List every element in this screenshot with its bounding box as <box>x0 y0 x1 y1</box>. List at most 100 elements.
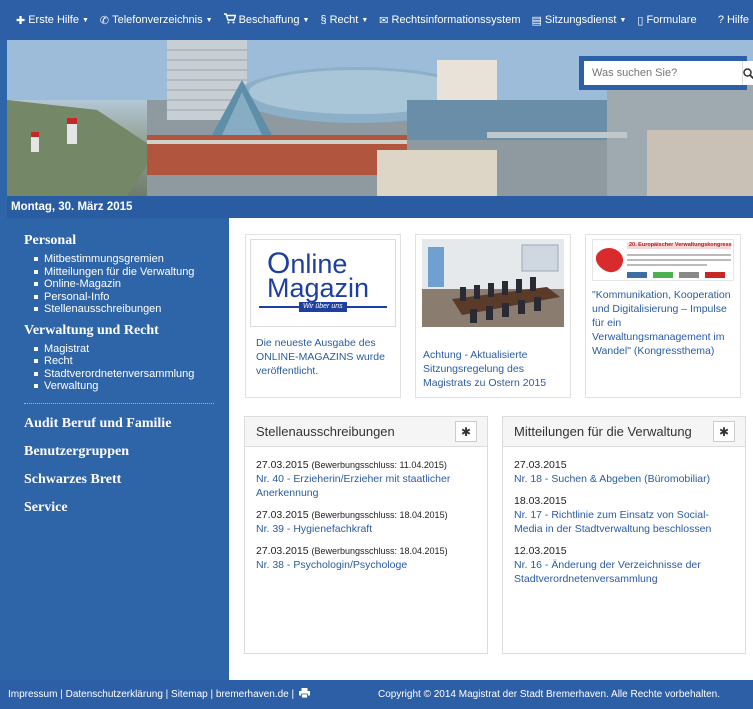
nav-formulare[interactable]: ▯ Formulare <box>637 14 696 27</box>
teaser-text[interactable]: Die neueste Ausgabe des ONLINE-MAGAZINS … <box>256 336 394 378</box>
date-bar: Montag, 30. März 2015 <box>7 196 753 218</box>
nav-label: Rechtsinformationssystem <box>391 14 521 26</box>
sidebar-divider <box>24 402 214 404</box>
conference-room-photo <box>422 239 564 327</box>
entry-link[interactable]: Nr. 16 - Änderung der Verzeichnisse der … <box>514 558 735 586</box>
panel-mitteilungen: Mitteilungen für die Verwaltung ✱ 27.03.… <box>502 416 746 654</box>
nav-recht[interactable]: § Recht ▼ <box>320 14 368 26</box>
panel-body: 27.03.2015 Nr. 18 - Suchen & Abgeben (Bü… <box>503 447 745 586</box>
sidebar-heading-verwaltung[interactable]: Verwaltung und Recht <box>24 323 229 339</box>
list-item: 27.03.2015 (Bewerbungsschluss: 11.04.201… <box>256 459 477 500</box>
teaser-text[interactable]: Achtung - Aktualisierte Sitzungsregelung… <box>423 348 564 390</box>
sidebar-list-verwaltung: Magistrat Recht Stadtverordnetenversamml… <box>34 343 229 393</box>
nav-label: ? Hilfe <box>717 14 749 26</box>
main-content: Online Magazin Wir über uns Die neueste … <box>229 218 753 680</box>
search-button[interactable] <box>742 61 753 85</box>
sidebar-heading-personal[interactable]: Personal <box>24 233 229 249</box>
entry-date: 18.03.2015 <box>514 495 567 507</box>
entry-date: 27.03.2015 <box>256 509 309 521</box>
sidebar-link-audit[interactable]: Audit Beruf und Familie <box>24 416 229 432</box>
entry-link[interactable]: Nr. 40 - Erzieherin/Erzieher mit staatli… <box>256 472 477 500</box>
settings-button[interactable]: ✱ <box>713 421 735 442</box>
footer: Impressum | Datenschutzerklärung | Sitem… <box>0 680 753 709</box>
list-item: 12.03.2015 Nr. 16 - Änderung der Verzeic… <box>514 545 735 586</box>
panel-header: Mitteilungen für die Verwaltung ✱ <box>503 417 745 447</box>
search-box <box>579 56 753 90</box>
panel-title: Mitteilungen für die Verwaltung <box>514 424 692 439</box>
sidebar-item[interactable]: Stellenausschreibungen <box>34 303 229 316</box>
nav-label: Erste Hilfe <box>28 14 79 26</box>
sidebar-link-schwarzes-brett[interactable]: Schwarzes Brett <box>24 472 229 488</box>
list-item: 27.03.2015 (Bewerbungsschluss: 18.04.201… <box>256 545 477 572</box>
online-magazin-logo: Online Magazin Wir über uns <box>250 239 396 327</box>
caret-down-icon: ▼ <box>81 16 89 24</box>
section-icon: § <box>320 14 327 26</box>
nav-label: Recht <box>329 14 359 26</box>
caret-down-icon: ▼ <box>361 16 369 24</box>
book-icon: ▤ <box>531 14 542 27</box>
sidebar-item[interactable]: Magistrat <box>34 343 229 356</box>
sidebar: Personal Mitbestimmungsgremien Mitteilun… <box>7 218 229 680</box>
congress-banner-title: 20. Europäischer Verwaltungskongress 201… <box>629 242 734 248</box>
sidebar-item[interactable]: Personal-Info <box>34 291 229 304</box>
logo-subtitle: Wir über uns <box>299 302 347 312</box>
panel-stellenausschreibungen: Stellenausschreibungen ✱ 27.03.2015 (Bew… <box>244 416 488 654</box>
nav-erste-hilfe[interactable]: ✚ Erste Hilfe ▼ <box>16 14 89 27</box>
sidebar-item[interactable]: Mitbestimmungsgremien <box>34 253 229 266</box>
sidebar-item[interactable]: Online-Magazin <box>34 278 229 291</box>
entry-date: 12.03.2015 <box>514 545 567 557</box>
copyright: Copyright © 2014 Magistrat der Stadt Bre… <box>378 689 720 700</box>
sidebar-item[interactable]: Recht <box>34 355 229 368</box>
printer-icon[interactable] <box>299 688 311 701</box>
caret-down-icon: ▼ <box>619 16 627 24</box>
hero-image <box>7 40 753 196</box>
entry-date: 27.03.2015 <box>256 459 309 471</box>
nav-beschaffung[interactable]: Beschaffung ▼ <box>223 13 310 27</box>
panel-body: 27.03.2015 (Bewerbungsschluss: 11.04.201… <box>245 447 487 572</box>
entry-note: (Bewerbungsschluss: 11.04.2015) <box>311 460 447 470</box>
teaser-verwaltungskongress[interactable]: 20. Europäischer Verwaltungskongress 201… <box>585 234 741 398</box>
current-date: Montag, 30. März 2015 <box>11 201 133 213</box>
entry-note: (Bewerbungsschluss: 18.04.2015) <box>311 510 448 520</box>
congress-banner: 20. Europäischer Verwaltungskongress 201… <box>592 239 734 281</box>
teaser-text[interactable]: "Kommunikation, Kooperation und Digitali… <box>592 288 736 358</box>
plus-icon: ✚ <box>16 14 26 27</box>
list-item: 18.03.2015 Nr. 17 - Richtlinie zum Einsa… <box>514 495 735 536</box>
caret-down-icon: ▼ <box>205 16 213 24</box>
list-item: 27.03.2015 (Bewerbungsschluss: 18.04.201… <box>256 509 477 536</box>
sidebar-item[interactable]: Mitteilungen für die Verwaltung <box>34 266 229 279</box>
nav-label: Sitzungsdienst <box>544 14 617 26</box>
teaser-online-magazin[interactable]: Online Magazin Wir über uns Die neueste … <box>245 234 401 398</box>
gear-icon: ✱ <box>460 424 472 439</box>
sidebar-link-service[interactable]: Service <box>24 500 229 516</box>
panel-title: Stellenausschreibungen <box>256 424 395 439</box>
nav-label: Beschaffung <box>238 14 300 26</box>
nav-label: Formulare <box>646 14 697 26</box>
entry-link[interactable]: Nr. 18 - Suchen & Abgeben (Büromobiliar) <box>514 472 735 486</box>
entry-link[interactable]: Nr. 38 - Psychologin/Psychologe <box>256 558 477 572</box>
caret-down-icon: ▼ <box>302 16 310 24</box>
sidebar-item[interactable]: Stadtverordnetenversammlung <box>34 368 229 381</box>
settings-button[interactable]: ✱ <box>455 421 477 442</box>
footer-links[interactable]: Impressum | Datenschutzerklärung | Sitem… <box>8 689 294 700</box>
teaser-sitzungsregelung[interactable]: Achtung - Aktualisierte Sitzungsregelung… <box>415 234 571 398</box>
entry-link[interactable]: Nr. 39 - Hygienefachkraft <box>256 522 477 536</box>
cart-icon <box>223 13 237 27</box>
nav-hilfe[interactable]: ? Hilfe <box>718 14 749 26</box>
entry-note: (Bewerbungsschluss: 18.04.2015) <box>311 546 448 556</box>
sidebar-link-benutzergruppen[interactable]: Benutzergruppen <box>24 444 229 460</box>
entry-date: 27.03.2015 <box>256 545 309 557</box>
nav-sitzungsdienst[interactable]: ▤ Sitzungsdienst ▼ <box>532 14 627 27</box>
envelope-icon: ✉ <box>379 14 389 27</box>
search-input[interactable] <box>584 61 742 85</box>
panel-header: Stellenausschreibungen ✱ <box>245 417 487 447</box>
top-navigation: ✚ Erste Hilfe ▼ ✆ Telefonverzeichnis ▼ B… <box>0 0 753 40</box>
sidebar-item[interactable]: Verwaltung <box>34 380 229 393</box>
list-item: 27.03.2015 Nr. 18 - Suchen & Abgeben (Bü… <box>514 459 735 486</box>
gear-icon: ✱ <box>718 424 730 439</box>
nav-telefonverzeichnis[interactable]: ✆ Telefonverzeichnis ▼ <box>100 14 213 27</box>
entry-link[interactable]: Nr. 17 - Richtlinie zum Einsatz von Soci… <box>514 508 735 536</box>
file-icon: ▯ <box>637 14 644 27</box>
sidebar-list-personal: Mitbestimmungsgremien Mitteilungen für d… <box>34 253 229 316</box>
nav-rechtsinformationssystem[interactable]: ✉ Rechtsinformationssystem <box>379 14 520 27</box>
